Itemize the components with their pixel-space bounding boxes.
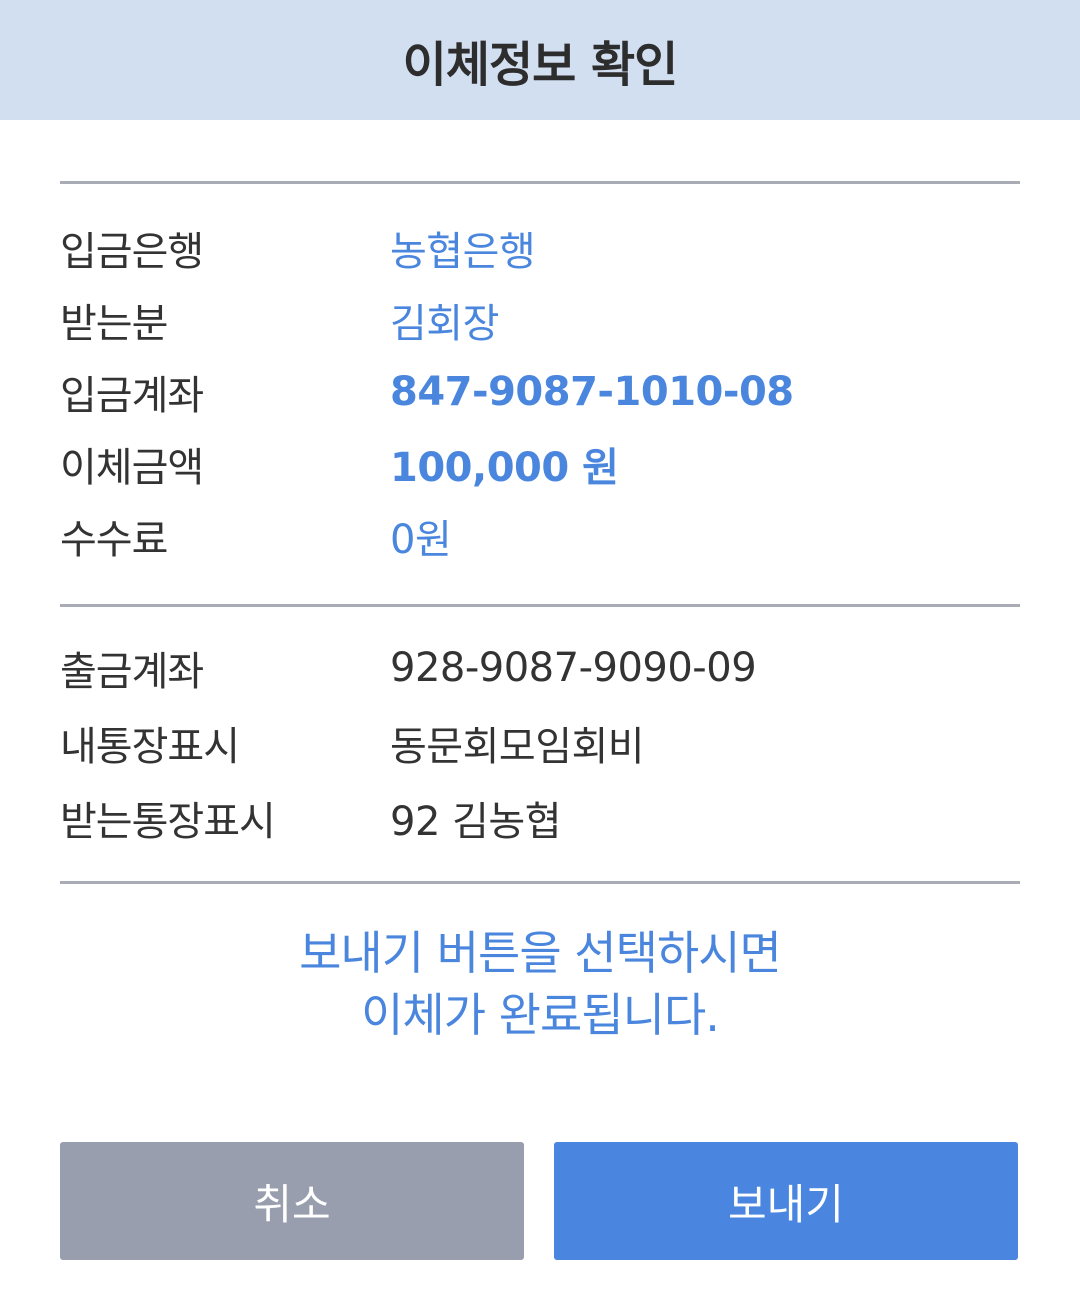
row-my-memo: 내통장표시 동문회모임회비 xyxy=(60,711,1020,775)
send-button-label: 보내기 xyxy=(728,1179,844,1229)
row-deposit-bank: 입금은행 농협은행 xyxy=(60,216,1020,280)
row-withdraw-account: 출금계좌 928-9087-9090-09 xyxy=(60,636,1020,700)
confirm-notice: 보내기 버튼을 선택하시면 이체가 완료됩니다. xyxy=(60,922,1020,1046)
divider-top xyxy=(60,181,1020,184)
divider-bottom xyxy=(60,881,1020,884)
deposit-bank-value: 농협은행 xyxy=(390,229,536,275)
dialog-header: 이체정보 확인 xyxy=(0,0,1080,120)
row-recipient: 받는분 김회장 xyxy=(60,288,1020,352)
recipient-memo-label: 받는통장표시 xyxy=(60,799,276,845)
transfer-amount-value: 100,000 원 xyxy=(390,445,619,491)
row-fee: 수수료 0원 xyxy=(60,504,1020,568)
row-transfer-amount: 이체금액 100,000 원 xyxy=(60,432,1020,496)
cancel-button[interactable]: 취소 xyxy=(60,1142,524,1260)
notice-line-1: 보내기 버튼을 선택하시면 xyxy=(299,926,782,980)
withdraw-account-label: 출금계좌 xyxy=(60,649,204,695)
recipient-memo-value: 92 김농협 xyxy=(390,799,562,845)
divider-middle xyxy=(60,604,1020,607)
cancel-button-label: 취소 xyxy=(253,1179,331,1229)
withdraw-account-value: 928-9087-9090-09 xyxy=(390,645,757,691)
deposit-account-value: 847-9087-1010-08 xyxy=(390,369,794,415)
deposit-account-label: 입금계좌 xyxy=(60,373,204,419)
dialog-title: 이체정보 확인 xyxy=(402,37,679,93)
my-memo-label: 내통장표시 xyxy=(60,724,240,770)
recipient-value: 김회장 xyxy=(390,301,499,347)
recipient-label: 받는분 xyxy=(60,301,168,347)
fee-label: 수수료 xyxy=(60,517,168,563)
send-button[interactable]: 보내기 xyxy=(554,1142,1018,1260)
transfer-amount-label: 이체금액 xyxy=(60,445,204,491)
row-recipient-memo: 받는통장표시 92 김농협 xyxy=(60,786,1020,850)
my-memo-value: 동문회모임회비 xyxy=(390,724,645,770)
row-deposit-account: 입금계좌 847-9087-1010-08 xyxy=(60,360,1020,424)
fee-value: 0원 xyxy=(390,517,452,563)
notice-line-2: 이체가 완료됩니다. xyxy=(361,988,720,1042)
deposit-bank-label: 입금은행 xyxy=(60,229,204,275)
transfer-confirm-dialog: 이체정보 확인 입금은행 농협은행 받는분 김회장 입금계좌 847-9087-… xyxy=(0,0,1080,1305)
